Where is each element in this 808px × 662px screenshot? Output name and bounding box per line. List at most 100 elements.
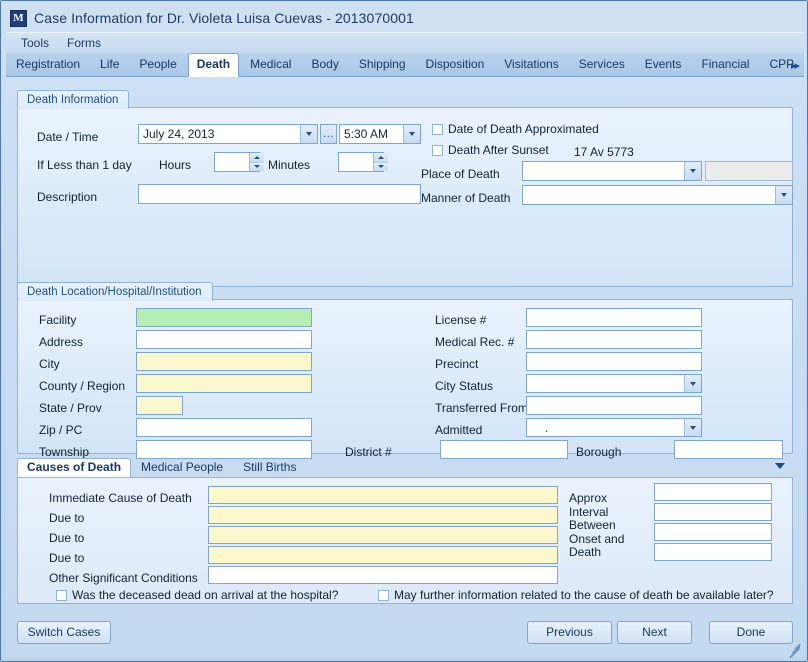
admitted-combo[interactable]: . [526,418,702,437]
district-number-label: District # [345,445,392,459]
menu-item-tools[interactable]: Tools [19,35,51,51]
borough-input[interactable] [674,440,783,459]
other-significant-conditions-input[interactable] [208,566,558,584]
death-after-sunset-checkbox[interactable]: Death After Sunset [432,144,549,157]
approx-interval-input-2[interactable] [654,503,772,521]
chevron-down-icon[interactable] [403,125,420,143]
further-information-later-label: May further information related to the c… [394,588,774,602]
address-label: Address [39,335,84,349]
due-to-2-label: Due to [49,531,85,545]
approx-interval-input-1[interactable] [654,483,772,501]
resize-grip[interactable] [788,641,802,658]
tab-services[interactable]: Services [570,53,634,76]
tab-financial[interactable]: Financial [692,53,758,76]
township-input[interactable] [136,440,312,459]
tab-body[interactable]: Body [302,53,347,76]
menu-item-forms[interactable]: Forms [65,35,103,51]
hours-stepper[interactable] [214,152,264,172]
facility-input[interactable] [136,308,312,327]
county-region-label: County / Region [39,379,126,393]
state-prov-input[interactable] [136,396,183,415]
due-to-1-label: Due to [49,511,85,525]
tab-medical[interactable]: Medical [241,53,300,76]
approx-interval-line-2: Between [569,518,616,532]
chevron-down-icon[interactable] [684,375,701,392]
done-button[interactable]: Done [709,621,793,644]
medical-record-number-input[interactable] [526,330,702,349]
description-input[interactable] [138,184,421,204]
panel-collapse-chevron-icon[interactable] [775,463,785,469]
tab-visitations[interactable]: Visitations [495,53,567,76]
minutes-stepper[interactable] [338,152,388,172]
chevron-down-icon[interactable] [684,419,701,436]
dead-on-arrival-checkbox[interactable]: Was the deceased dead on arrival at the … [56,589,338,602]
previous-button[interactable]: Previous [527,621,612,644]
minutes-increment-button[interactable] [374,153,388,163]
sub-tab-still-births[interactable]: Still Births [233,458,306,478]
address-input[interactable] [136,330,312,349]
death-time-combo[interactable]: 5:30 AM [339,124,421,144]
hebrew-date-value: 17 Av 5773 [574,145,634,159]
approx-interval-input-4[interactable] [654,543,772,561]
city-label: City [39,357,60,371]
immediate-cause-of-death-label: Immediate Cause of Death [49,491,192,505]
tab-overflow-next-icon[interactable]: ▸▸ [791,59,800,72]
chevron-down-icon[interactable] [684,162,701,180]
place-of-death-combo[interactable] [522,161,702,181]
transferred-from-input[interactable] [526,396,702,415]
hours-label: Hours [159,158,192,172]
tab-events[interactable]: Events [636,53,691,76]
sub-tab-medical-people[interactable]: Medical People [131,458,233,478]
chevron-down-icon[interactable] [300,125,317,143]
checkbox-box[interactable] [432,124,443,135]
due-to-2-input[interactable] [208,526,558,544]
manner-of-death-combo[interactable] [522,185,793,205]
checkbox-box[interactable] [56,590,67,601]
tab-shipping[interactable]: Shipping [350,53,415,76]
facility-label: Facility [39,313,77,327]
further-information-later-checkbox[interactable]: May further information related to the c… [378,589,774,602]
license-number-input[interactable] [526,308,702,327]
main-tab-strip: Registration Life People Death Medical B… [6,53,804,77]
minutes-decrement-button[interactable] [374,162,388,171]
county-region-input[interactable] [136,374,312,393]
hours-input[interactable] [215,153,249,171]
due-to-3-input[interactable] [208,546,558,564]
checkbox-box[interactable] [378,590,389,601]
chevron-down-icon[interactable] [775,186,792,204]
hours-stepper-buttons[interactable] [249,153,264,171]
sub-tab-causes-of-death[interactable]: Causes of Death [17,458,132,479]
manner-of-death-label: Manner of Death [421,191,511,205]
date-of-death-approximated-label: Date of Death Approximated [448,122,599,136]
switch-cases-button[interactable]: Switch Cases [17,621,111,644]
next-button[interactable]: Next [617,621,692,644]
immediate-cause-of-death-input[interactable] [208,486,558,504]
tab-people[interactable]: People [130,53,185,76]
tab-death[interactable]: Death [187,53,240,77]
zip-pc-input[interactable] [136,418,312,437]
manner-of-death-value [523,186,775,204]
approx-interval-line-4: Death [569,545,602,559]
precinct-input[interactable] [526,352,702,371]
death-date-value: July 24, 2013 [143,127,215,141]
hours-increment-button[interactable] [250,153,264,163]
minutes-stepper-buttons[interactable] [373,153,388,171]
date-of-death-approximated-checkbox[interactable]: Date of Death Approximated [432,123,599,136]
checkbox-box[interactable] [432,145,443,156]
approx-interval-input-3[interactable] [654,523,772,541]
death-date-combo[interactable]: July 24, 2013 [138,124,318,144]
place-of-death-value [523,162,684,180]
admitted-label: Admitted [435,423,483,437]
hours-decrement-button[interactable] [250,162,264,171]
tab-life[interactable]: Life [91,53,128,76]
city-status-combo[interactable] [526,374,702,393]
date-picker-ellipsis-button[interactable]: ... [320,124,337,144]
tab-registration[interactable]: Registration [7,53,89,76]
due-to-1-input[interactable] [208,506,558,524]
district-number-input[interactable] [440,440,568,459]
approx-interval-label: Approx Interval Between Onset and Death [569,491,649,560]
minutes-input[interactable] [339,153,373,171]
city-input[interactable] [136,352,312,371]
tab-disposition[interactable]: Disposition [417,53,494,76]
content-area: Death Information Date / Time July 24, 2… [6,77,804,658]
